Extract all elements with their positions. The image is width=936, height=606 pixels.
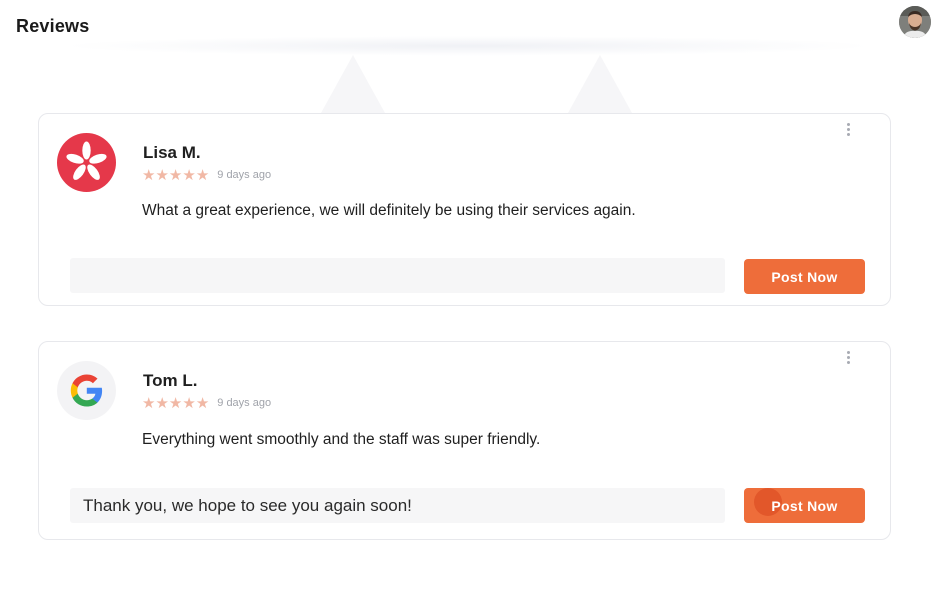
star-icon: ★ bbox=[142, 166, 156, 184]
post-now-label: Post Now bbox=[771, 268, 838, 285]
background-shape bbox=[321, 55, 385, 113]
post-now-button[interactable]: Post Now bbox=[744, 488, 865, 523]
review-text: What a great experience, we will definit… bbox=[142, 202, 636, 219]
page-header: Reviews bbox=[0, 0, 936, 56]
google-icon bbox=[57, 361, 116, 420]
star-rating: ★ ★ ★ ★ ★ bbox=[142, 166, 209, 184]
star-icon: ★ bbox=[182, 394, 196, 412]
more-options-icon[interactable] bbox=[844, 123, 852, 139]
rating-row: ★ ★ ★ ★ ★ 9 days ago bbox=[142, 166, 271, 184]
star-icon: ★ bbox=[182, 166, 196, 184]
star-icon: ★ bbox=[155, 394, 169, 412]
reviewer-name: Tom L. bbox=[143, 371, 198, 390]
reply-input[interactable] bbox=[70, 488, 725, 523]
post-now-label: Post Now bbox=[771, 497, 838, 514]
star-icon: ★ bbox=[142, 394, 156, 412]
review-card: Tom L. ★ ★ ★ ★ ★ 9 days ago Everything w… bbox=[38, 341, 891, 540]
review-card: Lisa M. ★ ★ ★ ★ ★ 9 days ago What a grea… bbox=[38, 113, 891, 306]
more-options-icon[interactable] bbox=[844, 351, 852, 367]
page-title: Reviews bbox=[16, 16, 90, 36]
rating-row: ★ ★ ★ ★ ★ 9 days ago bbox=[142, 394, 271, 412]
star-icon: ★ bbox=[155, 166, 169, 184]
post-now-button[interactable]: Post Now bbox=[744, 259, 865, 294]
reply-input[interactable] bbox=[70, 258, 725, 293]
star-icon: ★ bbox=[195, 394, 210, 412]
reviewer-name: Lisa M. bbox=[143, 143, 201, 162]
star-icon: ★ bbox=[168, 166, 183, 184]
reviews-page: Reviews Lisa M. ★ ★ ★ ★ ★ 9 days ago Wha… bbox=[0, 0, 936, 606]
yelp-icon bbox=[57, 133, 116, 192]
user-avatar[interactable] bbox=[899, 6, 931, 38]
star-icon: ★ bbox=[168, 394, 183, 412]
header-divider-shadow bbox=[60, 36, 876, 56]
review-timestamp: 9 days ago bbox=[217, 397, 272, 409]
review-text: Everything went smoothly and the staff w… bbox=[142, 431, 541, 448]
avatar-photo-icon bbox=[899, 6, 931, 38]
star-icon: ★ bbox=[195, 166, 210, 184]
star-rating: ★ ★ ★ ★ ★ bbox=[142, 394, 209, 412]
background-shape bbox=[568, 55, 632, 113]
review-timestamp: 9 days ago bbox=[217, 169, 272, 181]
